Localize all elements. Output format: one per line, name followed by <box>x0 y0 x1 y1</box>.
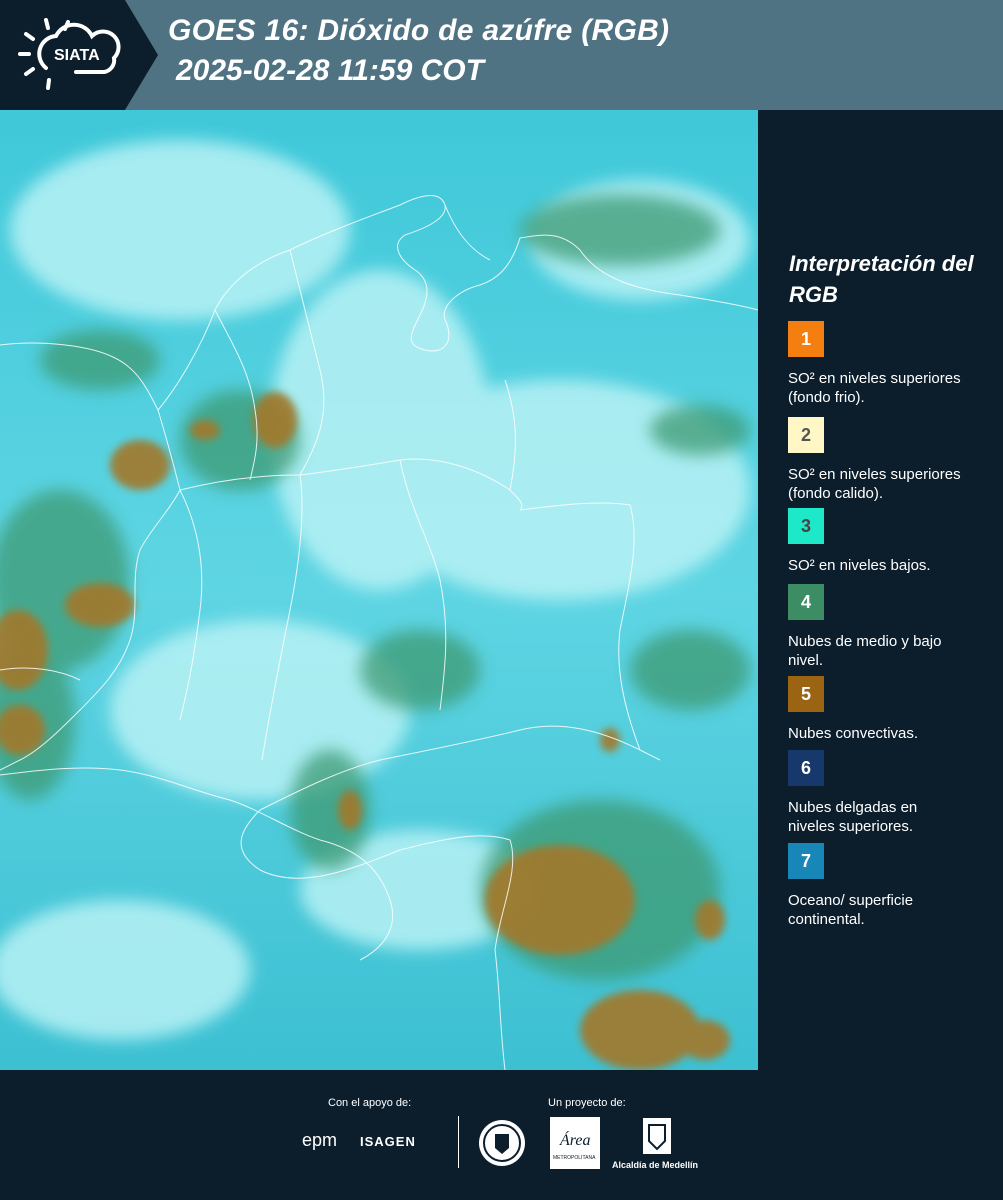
legend-label-4: Nubes de medio y bajo nivel. <box>788 633 942 669</box>
alcaldia-label: Alcaldía de Medellín <box>612 1160 699 1170</box>
legend-item-1: 1 SO² en niveles superiores (fondo frio)… <box>788 321 988 407</box>
legend-swatch-7: 7 <box>788 843 824 879</box>
legend-label-1: SO² en niveles superiores (fondo frio). <box>788 370 961 406</box>
satellite-map <box>0 110 758 1070</box>
legend-swatch-2: 2 <box>788 417 824 453</box>
legend-panel: Interpretación del RGB 1 SO² en niveles … <box>760 110 1003 1070</box>
epm-logo: epm <box>302 1130 338 1150</box>
timestamp: 2025-02-28 11:59 COT <box>176 54 484 87</box>
legend-item-3: 3 SO² en niveles bajos. <box>788 508 988 575</box>
legend-item-4: 4 Nubes de medio y bajo nivel. <box>788 584 988 670</box>
footer-divider <box>458 1116 459 1168</box>
siata-logo: SIATA <box>18 18 121 90</box>
support-label: Con el apoyo de: <box>328 1097 412 1109</box>
legend-item-7: 7 Oceano/ superficie continental. <box>788 843 988 929</box>
legend-label-7: Oceano/ superficie continental. <box>788 892 914 928</box>
footer: Con el apoyo de: Un proyecto de: epm ISA… <box>0 1070 1003 1200</box>
legend-label-3: SO² en niveles bajos. <box>788 557 931 574</box>
header: SIATA GOES 16: Dióxido de azúfre (RGB) 2… <box>0 0 1003 110</box>
legend-label-2: SO² en niveles superiores (fondo calido)… <box>788 466 961 502</box>
legend-swatch-6: 6 <box>788 750 824 786</box>
isagen-logo: ISAGEN <box>360 1134 416 1149</box>
legend-swatch-4: 4 <box>788 584 824 620</box>
legend-item-6: 6 Nubes delgadas en niveles superiores. <box>788 750 988 836</box>
legend-title: Interpretación del RGB <box>789 251 974 307</box>
alcaldia-shield-icon <box>643 1118 671 1154</box>
metro-subtext: METROPOLITANA <box>553 1155 596 1161</box>
metro-text: Área <box>559 1130 591 1149</box>
legend-label-6: Nubes delgadas en niveles superiores. <box>788 799 918 835</box>
logo-panel: SIATA <box>0 0 158 110</box>
medellin-seal-icon <box>479 1120 525 1166</box>
logo-text: SIATA <box>54 47 100 64</box>
legend-swatch-5: 5 <box>788 676 824 712</box>
legend-swatch-1: 1 <box>788 321 824 357</box>
legend-label-5: Nubes convectivas. <box>788 725 919 742</box>
page-title: GOES 16: Dióxido de azúfre (RGB) <box>168 14 670 47</box>
area-metropolitana-logo: Área METROPOLITANA <box>550 1117 600 1169</box>
legend-item-2: 2 SO² en niveles superiores (fondo calid… <box>788 417 988 503</box>
project-label: Un proyecto de: <box>548 1097 626 1109</box>
legend-item-5: 5 Nubes convectivas. <box>788 676 988 743</box>
legend-swatch-3: 3 <box>788 508 824 544</box>
